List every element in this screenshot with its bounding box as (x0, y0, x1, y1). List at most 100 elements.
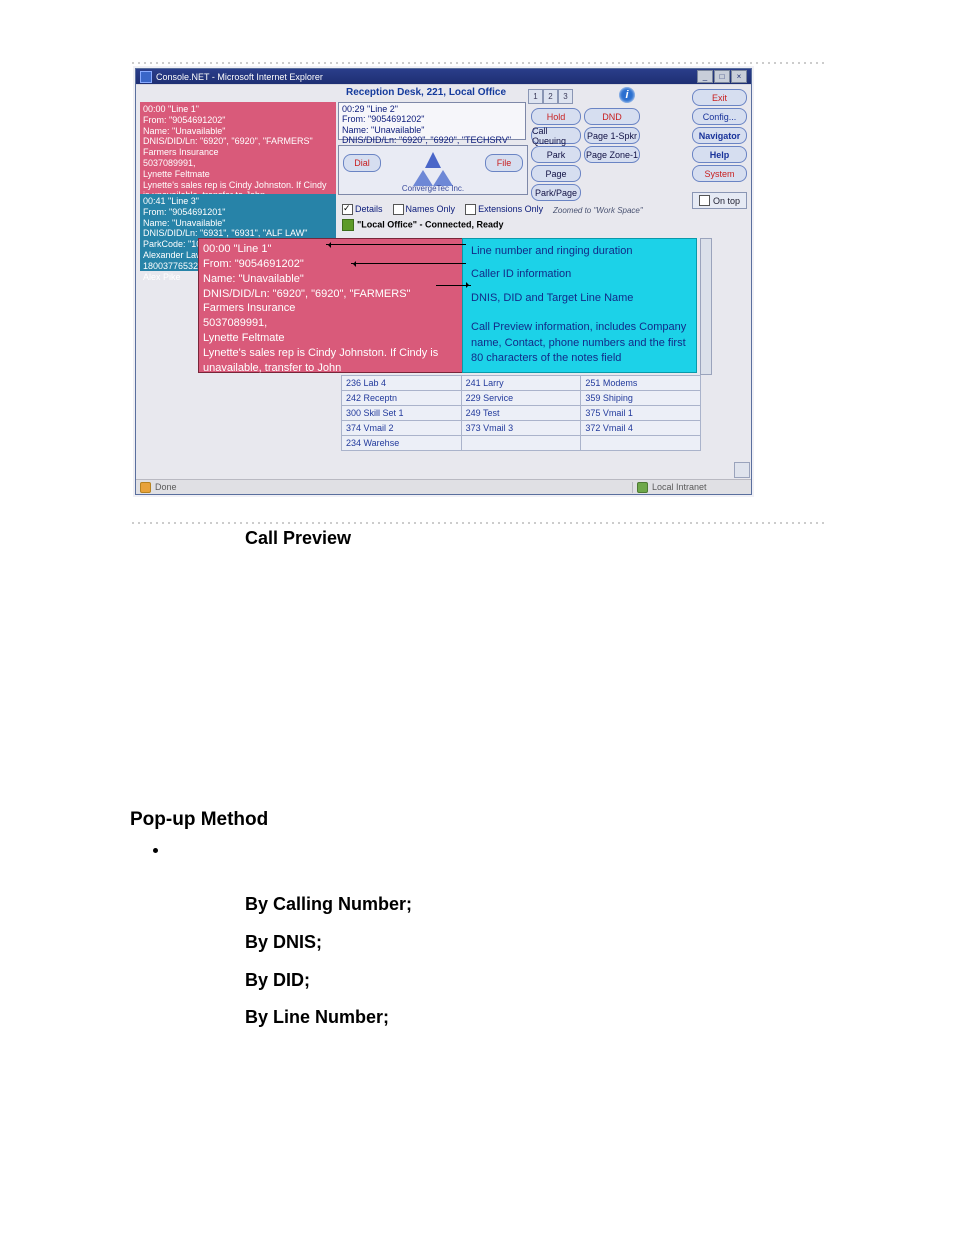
decorative-dots-mid (130, 520, 824, 528)
done-icon (140, 482, 151, 493)
tab-2[interactable]: 2 (543, 89, 558, 104)
status-icon (342, 219, 354, 231)
ext-cell[interactable]: 249 Test (461, 406, 581, 421)
arrow-3 (436, 285, 471, 286)
callout-2: Caller ID information (471, 267, 688, 282)
ontop-checkbox[interactable]: On top (692, 192, 747, 209)
screenshot-window: Console.NET - Microsoft Internet Explore… (135, 68, 752, 495)
ring1-from: From: "9054691202" (143, 115, 333, 126)
system-button[interactable]: System (692, 165, 747, 182)
ring1-dnis: DNIS/DID/Ln: "6920", "6920", "FARMERS" (143, 136, 333, 147)
convergetec-label: ConvergeTec Inc. (339, 184, 527, 193)
convergetec-panel: Dial File ConvergeTec Inc. (338, 145, 528, 195)
intranet-icon (637, 482, 648, 493)
maximize-icon[interactable]: □ (714, 70, 730, 83)
window-titlebar: Console.NET - Microsoft Internet Explore… (136, 69, 751, 84)
parkpage-button[interactable]: Park/Page (531, 184, 581, 201)
ov-phone: 5037089991, (203, 316, 493, 331)
ext-cell[interactable]: 372 Vmail 4 (581, 421, 701, 436)
ring1-contact: Lynette Feltmate (143, 169, 333, 180)
filter-checks: Details Names Only Extensions Only (342, 204, 543, 215)
callout-descriptions: Line number and ringing duration Caller … (462, 238, 697, 373)
close-icon[interactable]: × (731, 70, 747, 83)
callqueue-button[interactable]: Call Queuing (531, 127, 581, 144)
status-right: Local Intranet (652, 482, 707, 492)
namesonly-checkbox[interactable] (393, 204, 404, 215)
line2-from: From: "9054691202" (342, 114, 522, 124)
ext-cell[interactable]: 241 Larry (461, 376, 581, 391)
line2-dnis: DNIS/DID/Ln: "6920", "6920", "TECHSRV" (342, 135, 522, 145)
ring1-name: Name: "Unavailable" (143, 126, 333, 137)
ring1-cust: Farmers Insurance (143, 147, 333, 158)
ov-note: Lynette's sales rep is Cindy Johnston. I… (203, 346, 493, 376)
ext-cell[interactable] (581, 436, 701, 451)
page1spkr-button[interactable]: Page 1-Spkr (584, 127, 640, 144)
extonly-checkbox[interactable] (465, 204, 476, 215)
ext-cell[interactable]: 236 Lab 4 (342, 376, 462, 391)
park-button[interactable]: Park (531, 146, 581, 163)
tab-1[interactable]: 1 (528, 89, 543, 104)
details-checkbox[interactable] (342, 204, 353, 215)
ext-cell[interactable] (461, 436, 581, 451)
dnd-button[interactable]: DND (584, 108, 640, 125)
window-title: Console.NET - Microsoft Internet Explore… (156, 72, 323, 82)
file-button[interactable]: File (485, 154, 523, 172)
ring2-time: 00:41 "Line 3" (143, 196, 333, 207)
line2-name: Name: "Unavailable" (342, 125, 522, 135)
ring1-phone: 5037089991, (143, 158, 333, 169)
ie-icon (140, 71, 152, 83)
line2-panel[interactable]: 00:29 "Line 2" From: "9054691202" Name: … (338, 102, 526, 140)
page-button[interactable]: Page (531, 165, 581, 182)
minimize-icon[interactable]: _ (697, 70, 713, 83)
callout-3: DNIS, DID and Target Line Name (471, 291, 688, 306)
methods-list: By Calling Number; By DNIS; By DID; By L… (245, 886, 824, 1037)
ov-dnis: DNIS/DID/Ln: "6920", "6920", "FARMERS" (203, 287, 493, 302)
ext-cell[interactable]: 373 Vmail 3 (461, 421, 581, 436)
arrow-2 (351, 263, 466, 264)
ext-cell[interactable]: 300 Skill Set 1 (342, 406, 462, 421)
call-preview-zoom: 00:00 "Line 1" From: "9054691202" Name: … (198, 238, 498, 373)
hold-button[interactable]: Hold (531, 108, 581, 125)
decorative-dots-top (130, 60, 824, 68)
method-item: By Calling Number; (245, 886, 824, 924)
line2-time: 00:29 "Line 2" (342, 104, 522, 114)
ringing-call-1[interactable]: 00:00 "Line 1" From: "9054691202" Name: … (140, 102, 336, 194)
method-item: By DNIS; (245, 924, 824, 962)
ext-cell[interactable]: 251 Modems (581, 376, 701, 391)
ext-cell[interactable]: 375 Vmail 1 (581, 406, 701, 421)
vertical-tabbar[interactable] (700, 238, 712, 375)
navigator-button[interactable]: Navigator (692, 127, 747, 144)
connection-status: "Local Office" - Connected, Ready (342, 219, 504, 231)
figure-caption: Call Preview (245, 528, 824, 549)
scroll-corner[interactable] (734, 462, 750, 478)
ext-cell[interactable]: 359 Shiping (581, 391, 701, 406)
ext-cell[interactable]: 242 Receptn (342, 391, 462, 406)
pagezone1-button[interactable]: Page Zone-1 (584, 146, 640, 163)
ring2-from: From: "9054691201" (143, 207, 333, 218)
arrow-1 (326, 244, 466, 245)
tab-3[interactable]: 3 (558, 89, 573, 104)
exit-button[interactable]: Exit (692, 89, 747, 106)
ie-statusbar: Done Local Intranet (136, 479, 751, 494)
bullet-list (170, 839, 824, 860)
bullet-item (170, 839, 824, 860)
ext-cell[interactable]: 234 Warehse (342, 436, 462, 451)
ext-cell[interactable]: 229 Service (461, 391, 581, 406)
ring1-time: 00:00 "Line 1" (143, 104, 333, 115)
callout-4: Call Preview information, includes Compa… (471, 320, 688, 366)
config-button[interactable]: Config... (692, 108, 747, 125)
callout-1: Line number and ringing duration (471, 244, 688, 259)
status-left: Done (155, 482, 177, 492)
section-heading: Pop-up Method (130, 809, 824, 831)
help-button[interactable]: Help (692, 146, 747, 163)
ov-from: From: "9054691202" (203, 257, 493, 272)
ring2-name: Name: "Unavailable" (143, 218, 333, 229)
method-item: By Line Number; (245, 999, 824, 1037)
method-item: By DID; (245, 962, 824, 1000)
ext-cell[interactable]: 374 Vmail 2 (342, 421, 462, 436)
ov-cust: Farmers Insurance (203, 301, 493, 316)
info-icon[interactable]: i (619, 87, 635, 103)
dial-button[interactable]: Dial (343, 154, 381, 172)
extension-grid: 236 Lab 4241 Larry251 Modems 242 Receptn… (341, 375, 701, 451)
ov-contact: Lynette Feltmate (203, 331, 493, 346)
